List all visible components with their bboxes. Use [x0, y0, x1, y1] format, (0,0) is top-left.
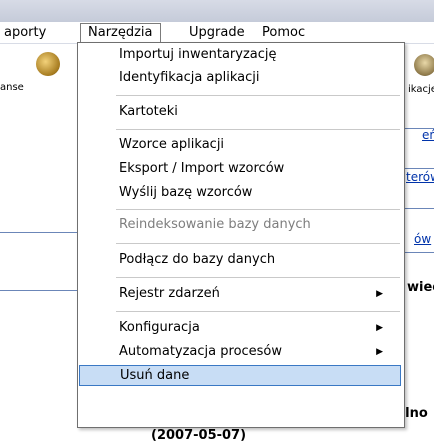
menu-item-import-inventory[interactable]: Importuj inwentaryzację [79, 43, 401, 67]
divider-line [403, 168, 434, 169]
right-icon-label: ikacje [408, 84, 434, 95]
divider-line [403, 252, 434, 253]
menu-upgrade[interactable]: Upgrade [185, 24, 249, 41]
menu-item-app-identification[interactable]: Identyfikacja aplikacji [79, 66, 401, 90]
menu-item-label: Konfiguracja [119, 320, 200, 335]
divider-line [0, 290, 77, 291]
menu-item-label: Identyfikacja aplikacji [119, 70, 260, 85]
background-bold-text: wieć [407, 280, 434, 295]
menu-item-label: Wyślij bazę wzorców [119, 185, 253, 200]
menu-item-configuration[interactable]: Konfiguracja ▶ [79, 316, 401, 340]
menu-item-connect-db[interactable]: Podłącz do bazy danych [79, 248, 401, 272]
menu-item-delete-data[interactable]: Usuń dane [79, 365, 401, 386]
menu-item-kartoteki[interactable]: Kartoteki [79, 100, 401, 124]
background-link[interactable]: eń [422, 128, 434, 142]
menu-item-reindex-db: Reindeksowanie bazy danych [79, 213, 401, 237]
menu-separator [116, 243, 400, 244]
menu-item-label: Kartoteki [119, 104, 178, 119]
article-date: (2007-05-07) [151, 428, 247, 443]
submenu-arrow-icon: ▶ [376, 323, 383, 333]
left-icon-label: anse [0, 82, 24, 93]
menu-item-label: Automatyzacja procesów [119, 344, 283, 359]
menu-item-label: Usuń dane [120, 368, 190, 383]
menu-item-label: Wzorce aplikacji [119, 137, 225, 152]
window-title-strip [0, 0, 434, 22]
menu-item-label: Importuj inwentaryzację [119, 47, 277, 62]
menu-item-label: Podłącz do bazy danych [119, 252, 276, 267]
menu-item-label: Eksport / Import wzorców [119, 161, 285, 176]
menu-separator [116, 129, 400, 130]
menu-item-label: Rejestr zdarzeń [119, 286, 220, 301]
background-link[interactable]: ów [414, 232, 431, 246]
background-link[interactable]: terów [406, 170, 434, 184]
menu-pomoc[interactable]: Pomoc [258, 24, 309, 41]
application-icon[interactable] [414, 54, 434, 76]
menu-raporty[interactable]: aporty [0, 24, 50, 41]
narzedzia-dropdown-menu: Importuj inwentaryzację Identyfikacja ap… [77, 42, 405, 428]
menu-separator [116, 311, 400, 312]
menu-item-event-log[interactable]: Rejestr zdarzeń ▶ [79, 282, 401, 306]
menu-separator [116, 209, 400, 210]
menu-item-export-import-templates[interactable]: Eksport / Import wzorców [79, 157, 401, 181]
menu-separator [116, 95, 400, 96]
menu-item-send-template-db[interactable]: Wyślij bazę wzorców [79, 181, 401, 205]
menu-narzedzia[interactable]: Narzędzia [80, 23, 161, 43]
menu-item-app-templates[interactable]: Wzorce aplikacji [79, 133, 401, 157]
submenu-arrow-icon: ▶ [376, 289, 383, 299]
finance-icon[interactable] [36, 52, 60, 76]
menu-item-label: Reindeksowanie bazy danych [119, 217, 311, 232]
menu-item-process-automation[interactable]: Automatyzacja procesów ▶ [79, 340, 401, 364]
menu-bar: aporty Narzędzia Upgrade Pomoc [0, 22, 434, 44]
divider-line [403, 208, 434, 209]
submenu-arrow-icon: ▶ [376, 347, 383, 357]
menu-separator [116, 277, 400, 278]
divider-line [0, 232, 77, 233]
